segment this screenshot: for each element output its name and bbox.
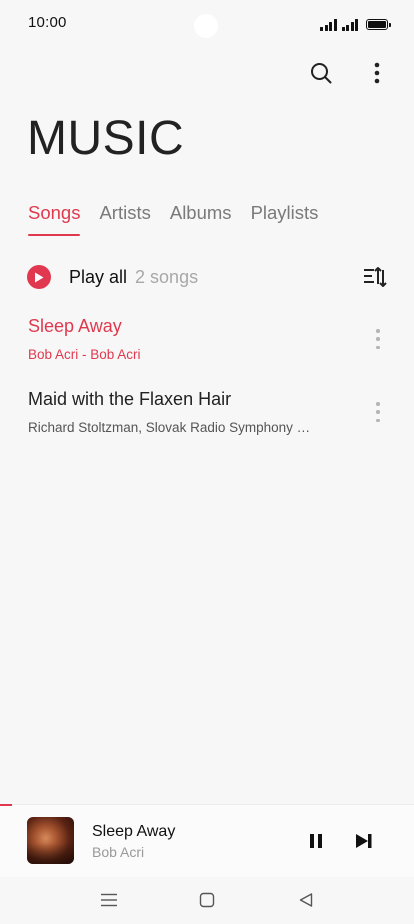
song-artist-album: Richard Stoltzman, Slovak Radio Symphony… bbox=[28, 420, 311, 435]
more-dot bbox=[376, 337, 380, 341]
status-bar: 10:00 bbox=[0, 0, 414, 46]
skip-next-icon bbox=[356, 834, 372, 848]
search-icon bbox=[311, 63, 332, 84]
signal-1-icon bbox=[320, 19, 337, 31]
system-nav-bar bbox=[0, 876, 414, 924]
more-dot bbox=[376, 329, 380, 333]
more-dot bbox=[376, 402, 380, 406]
sort-icon bbox=[364, 267, 387, 287]
status-time: 10:00 bbox=[28, 14, 67, 31]
page-title: MUSIC bbox=[27, 112, 185, 165]
back-button[interactable] bbox=[295, 889, 317, 911]
more-dot bbox=[376, 410, 380, 414]
play-icon bbox=[35, 272, 44, 282]
recent-apps-button[interactable] bbox=[98, 889, 120, 911]
list-item[interactable]: Maid with the Flaxen Hair Richard Stoltz… bbox=[0, 378, 414, 451]
back-triangle-icon bbox=[299, 893, 313, 907]
menu-icon bbox=[101, 893, 117, 907]
play-all-button[interactable] bbox=[27, 265, 51, 289]
pause-icon bbox=[310, 834, 322, 848]
tab-bar: Songs Artists Albums Playlists bbox=[28, 200, 318, 236]
status-icons bbox=[320, 15, 391, 31]
tab-playlists[interactable]: Playlists bbox=[251, 200, 319, 236]
playback-progress-bar[interactable] bbox=[0, 804, 13, 806]
song-title: Sleep Away bbox=[28, 316, 122, 336]
song-count: 2 songs bbox=[135, 266, 199, 287]
next-button[interactable] bbox=[352, 829, 376, 853]
front-camera bbox=[194, 14, 218, 38]
now-playing-artist: Bob Acri bbox=[92, 844, 145, 860]
play-all-row: Play all 2 songs bbox=[27, 262, 388, 292]
more-options-button[interactable] bbox=[361, 57, 393, 89]
sort-button[interactable] bbox=[362, 264, 388, 290]
music-app-screen: 10:00 MUSIC Songs Artists Albums Playlis… bbox=[0, 0, 414, 924]
album-art[interactable] bbox=[27, 817, 74, 864]
home-square-icon bbox=[199, 892, 215, 908]
tab-songs[interactable]: Songs bbox=[28, 200, 81, 236]
tab-albums[interactable]: Albums bbox=[170, 200, 232, 236]
now-playing-title: Sleep Away bbox=[92, 823, 176, 840]
more-dot bbox=[376, 345, 380, 349]
signal-2-icon bbox=[341, 19, 358, 31]
mini-player[interactable]: Sleep Away Bob Acri bbox=[0, 804, 414, 877]
more-dot bbox=[376, 418, 380, 422]
home-button[interactable] bbox=[196, 889, 218, 911]
pause-button[interactable] bbox=[304, 829, 328, 853]
battery-icon bbox=[366, 19, 391, 30]
search-button[interactable] bbox=[305, 57, 337, 89]
song-list: Sleep Away Bob Acri - Bob Acri Maid with… bbox=[0, 305, 414, 451]
song-artist-album: Bob Acri - Bob Acri bbox=[28, 347, 141, 362]
play-all-label[interactable]: Play all bbox=[69, 267, 127, 288]
song-more-button[interactable] bbox=[368, 327, 388, 351]
song-title: Maid with the Flaxen Hair bbox=[28, 389, 232, 409]
tab-artists[interactable]: Artists bbox=[99, 200, 150, 236]
list-item[interactable]: Sleep Away Bob Acri - Bob Acri bbox=[0, 305, 414, 378]
song-more-button[interactable] bbox=[368, 400, 388, 424]
more-vertical-icon bbox=[374, 62, 380, 84]
